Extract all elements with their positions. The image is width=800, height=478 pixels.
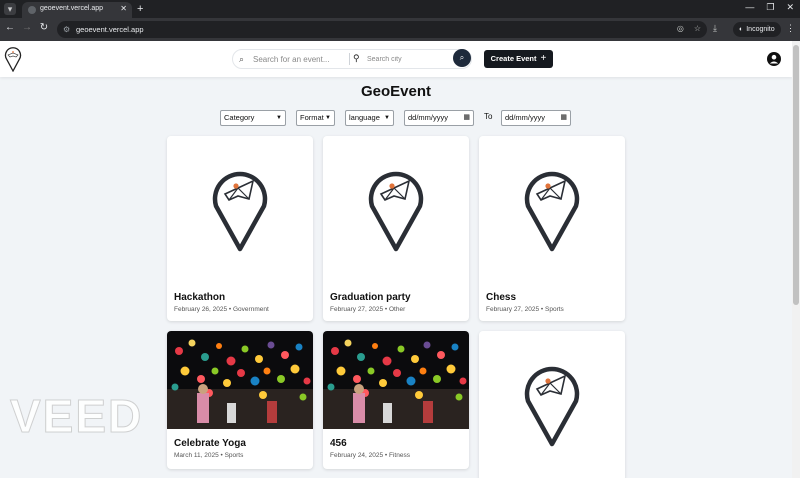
url-text[interactable]: geoevent.vercel.app	[76, 25, 144, 34]
format-select-value: Format	[300, 113, 324, 122]
create-event-button[interactable]: Create Event +	[484, 50, 553, 68]
event-title[interactable]: Hackathon	[174, 292, 225, 303]
scrollbar-thumb[interactable]	[793, 45, 799, 305]
event-meta: February 24, 2025 • Fitness	[330, 452, 410, 459]
new-tab-icon[interactable]: +	[137, 2, 143, 16]
forward-icon[interactable]: →	[20, 22, 34, 33]
chevron-down-icon: ▼	[276, 115, 282, 121]
event-card[interactable]: Chess February 27, 2025 • Sports	[479, 136, 625, 321]
search-icon: ⌕	[239, 54, 245, 64]
window-controls: — ❐ ✕	[745, 2, 794, 13]
event-pin-logo-icon	[524, 366, 580, 447]
event-card[interactable]	[479, 331, 625, 478]
page-title: GeoEvent	[360, 83, 432, 100]
event-title[interactable]: 456	[330, 438, 347, 449]
event-search-input[interactable]	[253, 52, 345, 66]
event-title[interactable]: Chess	[486, 292, 516, 303]
event-card[interactable]: Celebrate Yoga March 11, 2025 • Sports	[167, 331, 313, 469]
chevron-down-icon: ▼	[325, 115, 331, 121]
search-submit-button[interactable]: ⌕	[453, 49, 471, 67]
date-range-to-label: To	[484, 112, 493, 121]
download-icon[interactable]: ⤓	[713, 23, 717, 34]
chevron-down-icon: ▼	[384, 115, 390, 121]
category-select[interactable]: Category ▼	[220, 110, 286, 126]
browser-toolbar: ← → ↻ ⚙ geoevent.vercel.app ◎ ☆ ⤓ ◐ Incog…	[0, 18, 800, 41]
date-from-value: dd/mm/yyyy	[408, 113, 449, 122]
language-select-value: language	[349, 113, 380, 122]
event-card[interactable]: Graduation party February 27, 2025 • Oth…	[323, 136, 469, 321]
back-icon[interactable]: ←	[3, 22, 17, 33]
calendar-icon[interactable]: ▦	[463, 111, 470, 125]
bookmark-star-icon[interactable]: ☆	[694, 24, 701, 33]
close-window-icon[interactable]: ✕	[786, 2, 794, 13]
page-scrollbar[interactable]	[792, 41, 800, 478]
event-card[interactable]: 456 February 24, 2025 • Fitness	[323, 331, 469, 469]
location-pin-icon: ⚲	[353, 53, 360, 63]
incognito-label: Incognito	[746, 26, 775, 33]
browser-menu-icon[interactable]: ⋮	[786, 23, 795, 34]
geoevent-logo-icon[interactable]	[4, 46, 22, 72]
language-select[interactable]: language ▼	[345, 110, 394, 126]
format-select[interactable]: Format ▼	[296, 110, 335, 126]
minimize-icon[interactable]: —	[745, 2, 754, 13]
plus-icon: +	[540, 53, 547, 64]
city-search-input[interactable]	[367, 52, 447, 66]
create-event-label: Create Event	[490, 54, 537, 63]
restore-icon[interactable]: ❐	[766, 2, 774, 13]
event-pin-logo-icon	[524, 171, 580, 252]
search-divider	[349, 53, 350, 65]
address-bar[interactable]: ⚙ geoevent.vercel.app ◎ ☆	[57, 21, 707, 38]
close-icon[interactable]: ✕	[120, 4, 127, 13]
date-to-value: dd/mm/yyyy	[505, 113, 546, 122]
incognito-badge[interactable]: ◐ Incognito	[733, 22, 781, 37]
category-select-value: Category	[224, 113, 255, 122]
browser-tab[interactable]: geoevent.vercel.app ✕	[22, 2, 132, 18]
event-meta: February 27, 2025 • Sports	[486, 306, 564, 313]
incognito-eye-icon[interactable]: ◎	[677, 24, 684, 33]
site-header: ⌕ ⚲ ⌕ Create Event+	[0, 41, 792, 77]
favicon-icon	[28, 6, 36, 14]
event-meta: March 11, 2025 • Sports	[174, 452, 244, 459]
browser-tabstrip: ▾ geoevent.vercel.app ✕ + — ❐ ✕	[0, 0, 800, 18]
event-pin-logo-icon	[368, 171, 424, 252]
site-info-icon[interactable]: ⚙	[63, 25, 72, 34]
incognito-icon: ◐	[739, 26, 744, 33]
event-card[interactable]: Hackathon February 26, 2025 • Government	[167, 136, 313, 321]
user-avatar-icon[interactable]	[767, 52, 781, 66]
event-meta: February 27, 2025 • Other	[330, 306, 406, 313]
veed-watermark: VEED	[9, 390, 144, 443]
reload-icon[interactable]: ↻	[37, 22, 51, 33]
event-title[interactable]: Graduation party	[330, 292, 411, 303]
event-pin-logo-icon	[212, 171, 268, 252]
calendar-icon[interactable]: ▦	[560, 111, 567, 125]
balloon-photo-image	[323, 331, 469, 429]
date-to-input[interactable]: dd/mm/yyyy ▦	[501, 110, 571, 126]
balloon-photo-image	[167, 331, 313, 429]
event-title[interactable]: Celebrate Yoga	[174, 438, 246, 449]
tab-search-icon[interactable]: ▾	[4, 3, 16, 15]
search-bar: ⌕ ⚲ ⌕	[232, 49, 472, 69]
event-meta: February 26, 2025 • Government	[174, 306, 269, 313]
date-from-input[interactable]: dd/mm/yyyy ▦	[404, 110, 474, 126]
tab-title: geoevent.vercel.app	[40, 5, 104, 12]
